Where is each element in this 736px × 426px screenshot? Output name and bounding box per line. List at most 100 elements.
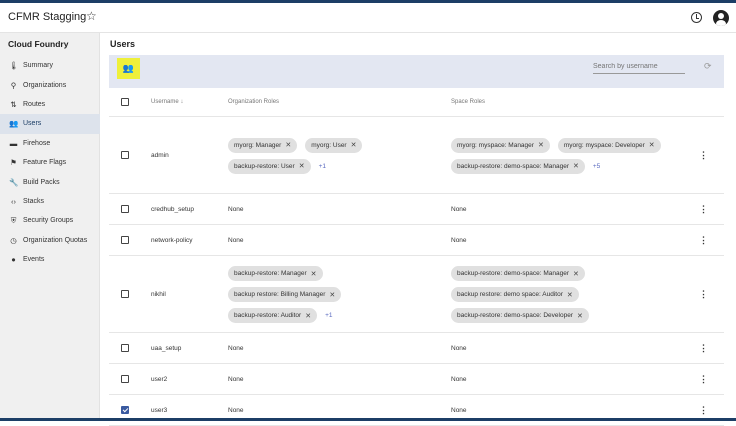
no-roles-label: None [228, 407, 244, 414]
row-actions-kebab-icon[interactable]: ⋮ [699, 374, 708, 385]
row-checkbox[interactable] [121, 374, 129, 383]
username-cell: credhub_setup [151, 205, 195, 213]
role-chip: backup-restore: demo-space: Developer ✕ [451, 308, 589, 323]
users-table: Username ↓ Organization Roles Space Role… [109, 88, 724, 426]
space-roles-cell: backup-restore: demo-space: Manager ✕ back… [451, 263, 691, 326]
no-roles-label: None [228, 345, 244, 352]
username-cell: admin [151, 151, 169, 159]
row-actions-kebab-icon[interactable]: ⋮ [699, 235, 708, 246]
row-actions-kebab-icon[interactable]: ⋮ [699, 289, 708, 300]
org-roles-cell: None [228, 345, 443, 352]
search-input[interactable] [593, 60, 685, 74]
more-roles-link[interactable]: +1 [325, 312, 332, 319]
sidebar-item-users[interactable]: 👥 Users [0, 114, 100, 134]
remove-role-icon[interactable]: ✕ [577, 312, 583, 320]
row-checkbox[interactable] [121, 235, 129, 244]
refresh-icon[interactable]: ⟳ [704, 61, 712, 72]
column-header-username[interactable]: Username ↓ [151, 99, 183, 105]
sidebar-item-summary[interactable]: 🌡 Summary [0, 56, 100, 75]
role-chip: myorg: myspace: Manager ✕ [451, 137, 550, 153]
sidebar-item-organization-quotas[interactable]: ◷ Organization Quotas [0, 231, 100, 250]
sidebar-item-stacks[interactable]: ‹› Stacks [0, 192, 100, 211]
sort-arrow-down-icon: ↓ [180, 99, 184, 105]
org-roles-cell: myorg: Manager ✕ myorg: User ✕ backup-restor… [228, 135, 443, 177]
sidebar-item-label: Organization Quotas [23, 236, 88, 244]
org-roles-cell: backup-restore: Manager ✕ backup restore: … [228, 263, 443, 326]
row-checkbox[interactable] [121, 289, 129, 298]
org-roles-cell: None [228, 237, 443, 244]
summary-icon: 🌡 [9, 61, 19, 71]
username-cell: uaa_setup [151, 344, 182, 352]
more-roles-link[interactable]: +1 [319, 163, 326, 170]
users-view-button[interactable]: 👥 [117, 58, 140, 79]
space-roles-cell: None [451, 345, 691, 352]
select-all-checkbox[interactable] [121, 98, 129, 106]
more-roles-link[interactable]: +5 [593, 163, 600, 170]
remove-role-icon[interactable]: ✕ [311, 270, 317, 278]
sidebar-item-feature-flags[interactable]: ⚑ Feature Flags [0, 153, 100, 172]
column-header-org-roles: Organization Roles [228, 99, 280, 105]
no-roles-label: None [451, 376, 467, 383]
sidebar-item-firehose[interactable]: ▬ Firehose [0, 134, 100, 153]
flag-icon: ⚑ [10, 158, 17, 168]
space-roles-cell: None [451, 237, 691, 244]
row-actions-kebab-icon[interactable]: ⋮ [699, 204, 708, 215]
remove-role-icon[interactable]: ✕ [649, 141, 655, 149]
sidebar-item-label: Security Groups [23, 217, 74, 225]
org-roles-cell: None [228, 407, 443, 414]
table-row: admin myorg: Manager ✕ myorg: User ✕ backup-r… [109, 117, 724, 194]
no-roles-label: None [228, 237, 244, 244]
recent-history-clock-icon[interactable] [691, 12, 702, 23]
table-row: nikhil backup-restore: Manager ✕ backup res… [109, 256, 724, 333]
no-roles-label: None [228, 376, 244, 383]
sidebar-item-label: Build Packs [23, 178, 60, 186]
row-checkbox[interactable] [121, 405, 129, 414]
sidebar-item-events[interactable]: ● Events [0, 250, 100, 269]
row-actions-kebab-icon[interactable]: ⋮ [699, 405, 708, 416]
column-header-space-roles: Space Roles [451, 99, 486, 105]
routes-icon: ⇅ [10, 99, 17, 109]
row-checkbox[interactable] [121, 204, 129, 213]
main-content: Users 👥 ⟳ Username ↓ Organization Roles … [101, 33, 736, 426]
sidebar-item-routes[interactable]: ⇅ Routes [0, 95, 100, 114]
row-actions-kebab-icon[interactable]: ⋮ [699, 343, 708, 354]
favorite-star-icon[interactable]: ☆ [86, 9, 97, 23]
role-chip: backup-restore: demo-space: Manager ✕ [451, 266, 585, 281]
row-checkbox[interactable] [121, 343, 129, 352]
sidebar-title: Cloud Foundry [8, 39, 69, 49]
account-avatar-icon[interactable] [713, 10, 729, 26]
remove-role-icon[interactable]: ✕ [299, 162, 305, 170]
role-chip: backup-restore: Auditor ✕ [228, 308, 318, 323]
sidebar-item-security-groups[interactable]: ⛨ Security Groups [0, 211, 100, 230]
sidebar-item-build-packs[interactable]: 🔧 Build Packs [0, 172, 100, 191]
remove-role-icon[interactable]: ✕ [567, 291, 573, 299]
remove-role-icon[interactable]: ✕ [285, 141, 291, 149]
no-roles-label: None [451, 237, 467, 244]
sidebar-item-label: Organizations [23, 81, 67, 89]
remove-role-icon[interactable]: ✕ [305, 312, 311, 320]
username-cell: nikhil [151, 290, 166, 298]
row-actions-kebab-icon[interactable]: ⋮ [699, 150, 708, 161]
remove-role-icon[interactable]: ✕ [573, 270, 579, 278]
username-cell: user3 [151, 406, 168, 414]
row-checkbox[interactable] [121, 150, 129, 159]
role-chip: backup-restore: Manager ✕ [228, 266, 323, 281]
endpoint-title: CFMR Stagging [8, 11, 87, 23]
no-roles-label: None [451, 407, 467, 414]
role-chip: myorg: myspace: Developer ✕ [557, 137, 661, 153]
no-roles-label: None [451, 345, 467, 352]
remove-role-icon[interactable]: ✕ [573, 162, 579, 170]
username-cell: user2 [151, 375, 168, 383]
table-header: Username ↓ Organization Roles Space Role… [109, 88, 724, 117]
role-chip: myorg: User ✕ [305, 137, 363, 153]
space-roles-cell: None [451, 376, 691, 383]
sidebar-item-label: Firehose [23, 139, 51, 147]
remove-role-icon[interactable]: ✕ [329, 291, 335, 299]
organizations-icon: ⚲ [10, 80, 17, 90]
sidebar-item-organizations[interactable]: ⚲ Organizations [0, 75, 100, 94]
remove-role-icon[interactable]: ✕ [538, 141, 544, 149]
table-row: uaa_setup None None ⋮ [109, 333, 724, 364]
remove-role-icon[interactable]: ✕ [351, 141, 357, 149]
table-row: user2 None None ⋮ [109, 364, 724, 395]
no-roles-label: None [451, 206, 467, 213]
